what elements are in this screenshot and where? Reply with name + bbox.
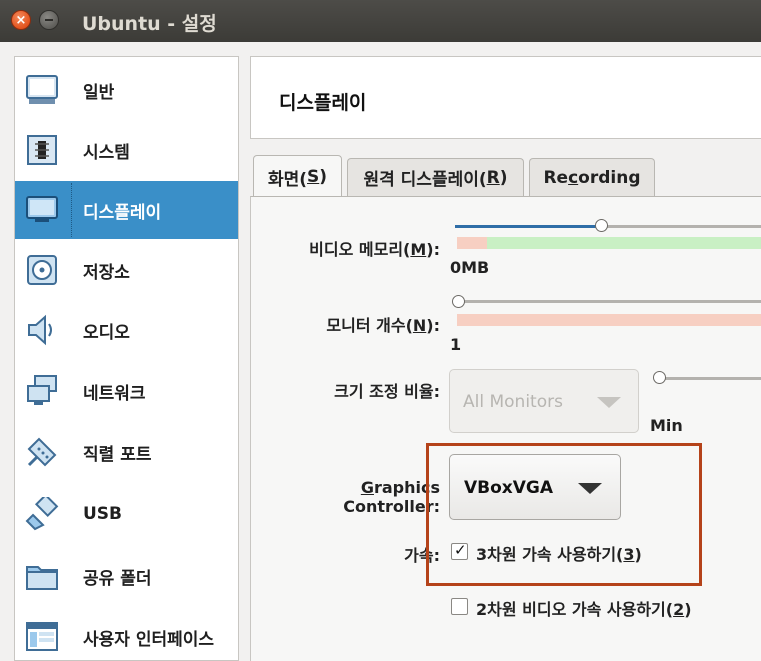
sidebar-item-storage[interactable]: 저장소	[15, 241, 238, 299]
sidebar-item-user-interface[interactable]: 사용자 인터페이스	[15, 608, 238, 661]
video-memory-slider-fill	[455, 225, 601, 228]
label-suffix: ):	[426, 316, 440, 335]
label-suffix: )	[684, 600, 692, 619]
close-icon: ×	[15, 12, 27, 28]
close-button[interactable]: ×	[11, 10, 31, 30]
display-icon	[26, 196, 58, 222]
monitor-count-slider-track[interactable]	[455, 300, 761, 303]
tab-label: Re	[543, 167, 569, 188]
sidebar-item-label: 오디오	[83, 322, 130, 343]
sidebar-item-label: 네트워크	[83, 383, 146, 404]
minimize-button[interactable]	[39, 10, 59, 30]
shared-folder-icon	[26, 566, 58, 590]
serial-port-icon	[27, 437, 57, 467]
settings-sidebar: 일반 시스템 디스플레이 저장소 오디오 네트워크 직렬 포트 USB 공유 폴…	[14, 56, 239, 661]
select-value: All Monitors	[463, 392, 563, 412]
chevron-down-icon	[597, 397, 621, 408]
highlight-annotation-box	[426, 443, 702, 586]
window-title: Ubuntu - 설정	[82, 13, 217, 35]
scale-factor-min-label: Min	[650, 416, 683, 435]
network-icon	[27, 375, 57, 405]
sidebar-item-label: 시스템	[83, 142, 130, 163]
user-interface-icon	[26, 622, 58, 651]
sidebar-item-network[interactable]: 네트워크	[15, 362, 238, 420]
sidebar-item-general[interactable]: 일반	[15, 61, 238, 119]
tab-recording[interactable]: Re c ording	[529, 158, 655, 196]
sidebar-item-label: 저장소	[83, 262, 130, 283]
sidebar-item-label: USB	[83, 504, 123, 524]
sidebar-item-system[interactable]: 시스템	[15, 121, 238, 179]
audio-icon	[28, 314, 52, 346]
enable-2d-video-acceleration-label: 2차원 비디오 가속 사용하기(2)	[476, 596, 692, 620]
sidebar-item-label: 일반	[83, 82, 115, 103]
sidebar-item-usb[interactable]: USB	[15, 485, 238, 543]
sidebar-item-display[interactable]: 디스플레이	[15, 181, 238, 239]
tab-mnemonic: S	[307, 167, 320, 187]
video-memory-recommended-band	[457, 237, 761, 249]
label-suffix: ):	[426, 240, 440, 259]
general-icon	[26, 75, 58, 104]
tab-label: 원격 디스플레이(	[363, 170, 487, 190]
tab-mnemonic: c	[568, 167, 579, 188]
scale-factor-monitor-select[interactable]: All Monitors	[449, 369, 639, 433]
label-text: 비디오 메모리(	[309, 240, 411, 259]
sidebar-item-label: 공유 폴더	[83, 568, 152, 589]
sidebar-item-shared-folder[interactable]: 공유 폴더	[15, 547, 238, 605]
monitor-count-label: 모니터 개수(N):	[290, 312, 440, 336]
video-memory-label: 비디오 메모리(M):	[290, 236, 440, 260]
page-title: 디스플레이	[279, 92, 367, 114]
storage-icon	[27, 255, 57, 285]
label-mnemonic: N	[412, 316, 427, 335]
title-bar: × Ubuntu - 설정	[0, 0, 761, 42]
video-memory-slider-handle[interactable]	[595, 219, 608, 232]
graphics-controller-label: Graphics Controller:	[262, 478, 440, 516]
sidebar-item-label: 사용자 인터페이스	[83, 629, 215, 650]
label-text: 모니터 개수(	[326, 316, 413, 335]
sidebar-item-audio[interactable]: 오디오	[15, 301, 238, 359]
label-mnemonic: 2	[673, 600, 685, 619]
label-mnemonic: G	[360, 478, 374, 497]
tab-suffix: )	[319, 167, 328, 187]
monitor-count-slider-handle[interactable]	[452, 295, 465, 308]
tab-suffix: ording	[578, 167, 641, 188]
label-text: 2차원 비디오 가속 사용하기(	[476, 600, 674, 619]
tab-screen[interactable]: 화면(S)	[253, 155, 342, 198]
system-icon	[27, 135, 57, 165]
tab-mnemonic: R	[486, 167, 500, 188]
scale-factor-label: 크기 조정 비율:	[334, 382, 440, 401]
monitor-count-min-label: 1	[450, 335, 462, 354]
video-memory-min-label: 0MB	[450, 258, 490, 277]
sidebar-item-serial-port[interactable]: 직렬 포트	[15, 423, 238, 481]
scale-factor-slider-handle[interactable]	[653, 371, 666, 384]
sidebar-item-label: 직렬 포트	[83, 444, 152, 465]
monitor-count-warning-band	[457, 314, 761, 326]
enable-2d-video-acceleration-checkbox[interactable]	[451, 598, 468, 615]
page-header: 디스플레이	[250, 56, 761, 139]
label-mnemonic: M	[410, 240, 427, 259]
usb-icon	[25, 497, 59, 531]
video-memory-warning-band	[457, 237, 487, 249]
sidebar-item-label: 디스플레이	[83, 202, 162, 223]
scale-factor-slider-track[interactable]	[658, 377, 761, 380]
tab-suffix: )	[499, 167, 508, 188]
tab-label: 화면(	[267, 169, 308, 190]
tab-remote-display[interactable]: 원격 디스플레이(R)	[347, 158, 524, 196]
